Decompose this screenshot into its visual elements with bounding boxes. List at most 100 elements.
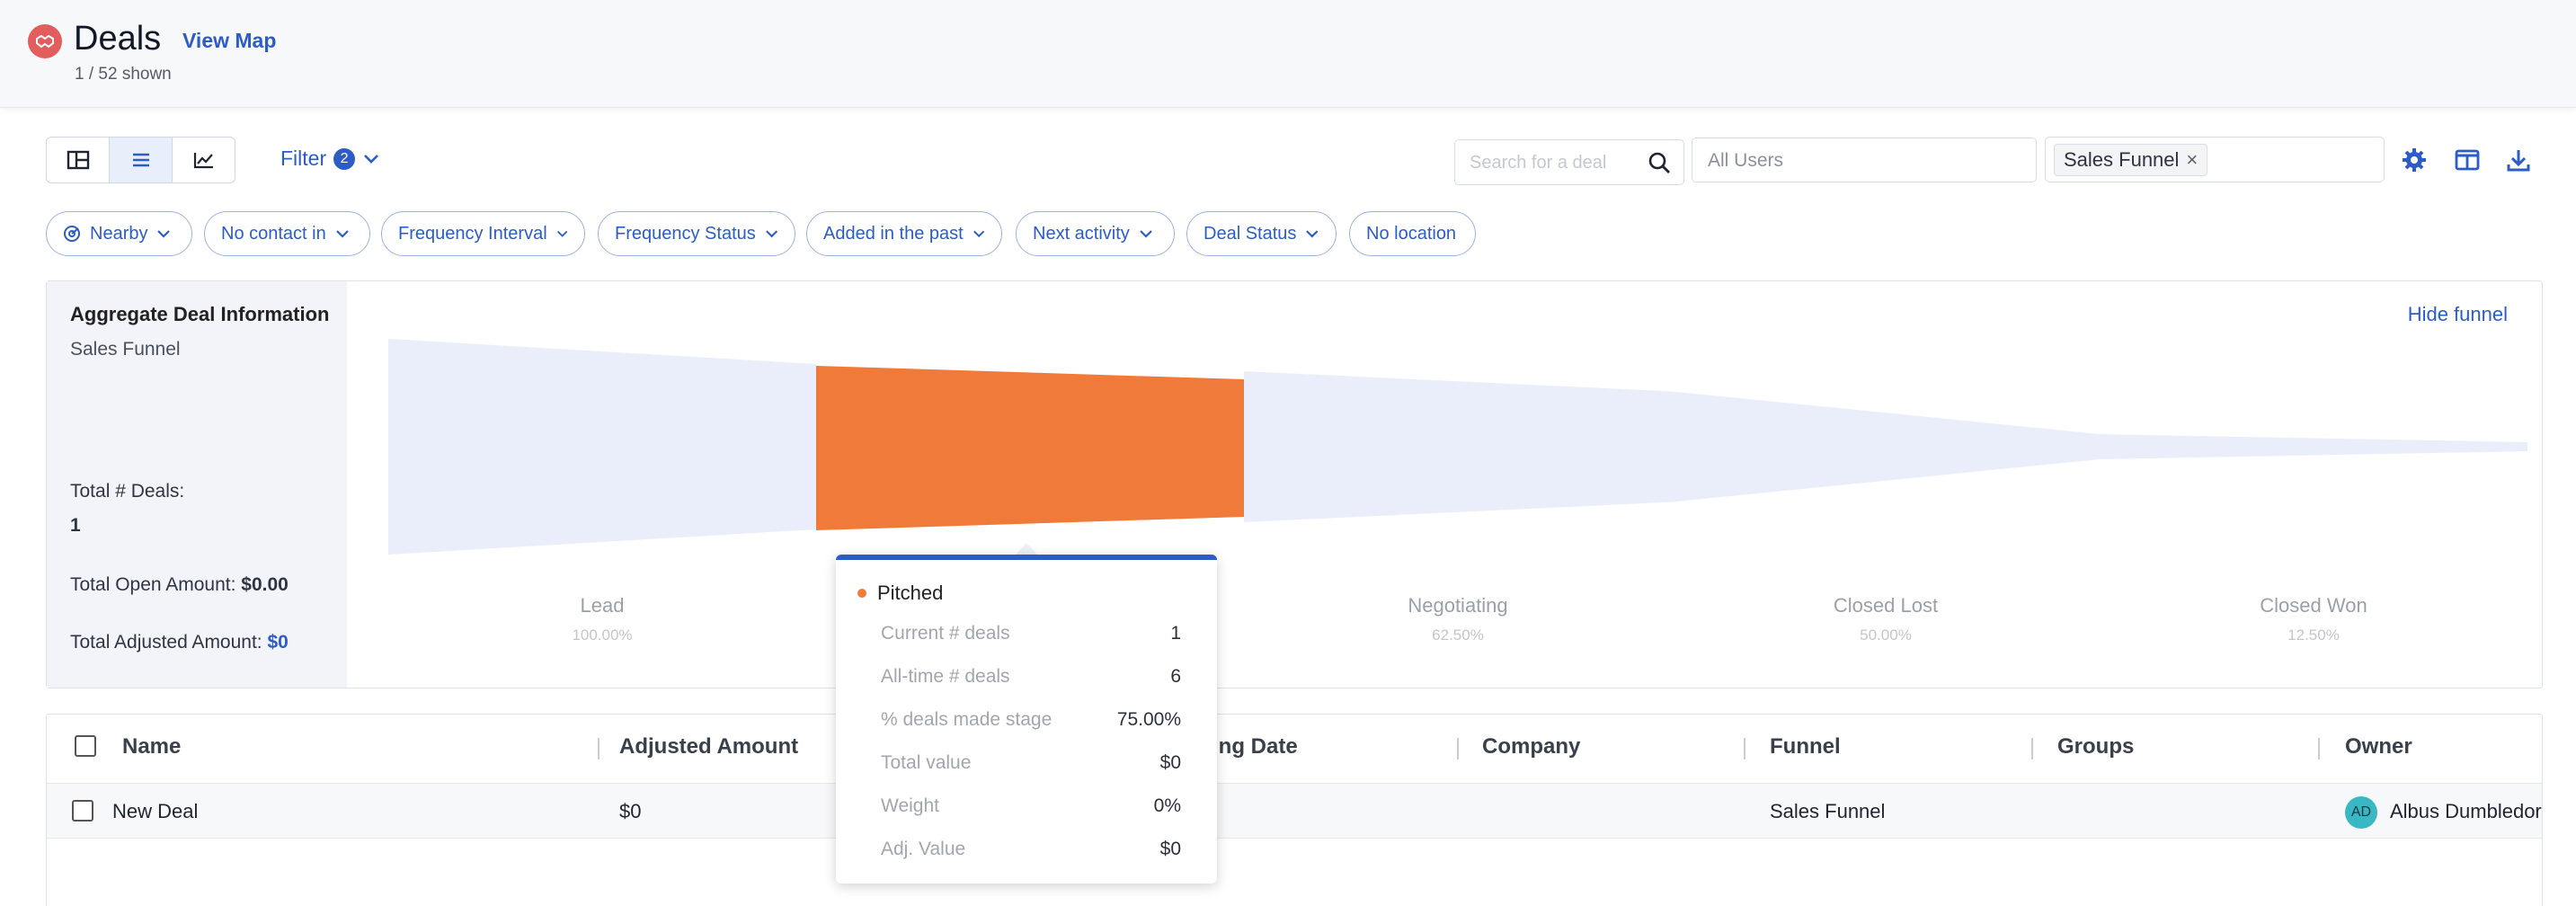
funnel-stage-label: Closed Won 12.50% xyxy=(2179,594,2448,644)
chart-view-button[interactable] xyxy=(173,138,235,182)
stage-name: Negotiating xyxy=(1408,594,1508,617)
pill-label: No location xyxy=(1366,223,1457,244)
stage-percentage: 12.50% xyxy=(2287,626,2340,644)
tooltip-row: Adj. Value $0 xyxy=(881,839,1181,860)
funnel-segment-pitched[interactable] xyxy=(816,366,1244,530)
deal-search xyxy=(1454,139,1684,185)
funnel-segment-closed-lost[interactable] xyxy=(1672,391,2100,502)
deal-search-input[interactable] xyxy=(1470,151,1631,174)
filter-label: Filter xyxy=(280,147,327,170)
pill-label: Deal Status xyxy=(1204,223,1297,244)
tooltip-value: 6 xyxy=(1170,666,1181,687)
funnel-stage-label: Closed Lost 50.00% xyxy=(1751,594,2021,644)
stage-tooltip: Pitched Current # deals 1 All-time # deal… xyxy=(836,555,1217,884)
col-company[interactable]: Company xyxy=(1482,734,1580,759)
filter-button[interactable]: Filter 2 xyxy=(280,147,380,171)
pill-frequency-status[interactable]: Frequency Status xyxy=(598,211,795,256)
funnel-select[interactable]: Sales Funnel × xyxy=(2045,137,2385,182)
funnel-chart xyxy=(388,339,2527,555)
tooltip-key: Adj. Value xyxy=(881,839,966,859)
tooltip-stage-name: Pitched xyxy=(877,582,944,604)
remove-chip-icon[interactable]: × xyxy=(2186,148,2198,172)
list-view-button[interactable] xyxy=(110,138,173,182)
stage-name: Closed Won xyxy=(2260,594,2367,617)
col-funnel[interactable]: Funnel xyxy=(1770,734,1841,759)
columns-button[interactable] xyxy=(2453,146,2482,174)
stage-color-dot xyxy=(857,589,866,598)
pill-label: No contact in xyxy=(221,223,326,244)
board-view-icon xyxy=(67,150,89,170)
funnel-segment-lead[interactable] xyxy=(388,339,816,555)
funnel-stage-label: Lead 100.00% xyxy=(467,594,737,644)
select-all-checkbox[interactable] xyxy=(75,735,96,757)
funnel-segment-closed-won[interactable] xyxy=(2100,434,2527,459)
cell-owner: Albus Dumbledore xyxy=(2390,800,2543,822)
table-header-row: Name Adjusted Amount Closing Date Compan… xyxy=(47,715,2542,783)
tooltip-value: $0 xyxy=(1159,752,1181,773)
users-select[interactable] xyxy=(1692,138,2037,182)
stage-percentage: 50.00% xyxy=(1860,626,1912,644)
board-view-button[interactable] xyxy=(47,138,110,182)
col-owner[interactable]: Owner xyxy=(2345,734,2412,759)
view-toggle xyxy=(46,137,235,183)
col-separator[interactable] xyxy=(2031,738,2033,759)
tooltip-arrow xyxy=(1016,543,1037,555)
pill-deal-status[interactable]: Deal Status xyxy=(1186,211,1337,256)
row-checkbox[interactable] xyxy=(72,800,93,822)
funnel-segment-negotiating[interactable] xyxy=(1244,371,1672,522)
aggregate-panel: Aggregate Deal Information Sales Funnel … xyxy=(46,280,2543,688)
download-icon xyxy=(2507,150,2530,172)
chevron-down-icon xyxy=(364,154,379,164)
avatar: AD xyxy=(2345,796,2377,829)
users-select-input[interactable] xyxy=(1708,148,2013,173)
search-icon[interactable] xyxy=(1648,151,1671,174)
funnel-chip-label: Sales Funnel xyxy=(2064,148,2180,171)
tooltip-value: 1 xyxy=(1170,623,1181,644)
gear-icon xyxy=(2403,148,2426,172)
tooltip-value: 0% xyxy=(1153,795,1181,816)
download-button[interactable] xyxy=(2504,146,2533,174)
list-view-icon xyxy=(132,153,149,167)
chevron-down-icon xyxy=(1140,230,1152,238)
chevron-down-icon xyxy=(335,230,349,238)
cell-name[interactable]: New Deal xyxy=(112,800,198,823)
tooltip-title: Pitched xyxy=(857,582,943,605)
col-separator[interactable] xyxy=(1744,738,1745,759)
pill-frequency-interval[interactable]: Frequency Interval xyxy=(381,211,585,256)
tooltip-key: % deals made stage xyxy=(881,709,1053,730)
table-row[interactable]: New Deal $0 Sales Funnel AD Albus Dumble… xyxy=(47,783,2542,839)
view-map-link[interactable]: View Map xyxy=(182,29,276,53)
tooltip-value: 75.00% xyxy=(1116,709,1181,730)
pill-nearby[interactable]: Nearby xyxy=(46,211,192,256)
pill-label: Frequency Interval xyxy=(398,223,547,244)
pill-no-location[interactable]: No location xyxy=(1349,211,1476,256)
tooltip-row: % deals made stage 75.00% xyxy=(881,709,1181,731)
tooltip-key: All-time # deals xyxy=(881,666,1010,687)
col-separator[interactable] xyxy=(598,738,600,759)
chevron-down-icon xyxy=(973,230,984,238)
pill-added-in-the-past[interactable]: Added in the past xyxy=(806,211,1002,256)
chevron-down-icon xyxy=(157,230,171,238)
tooltip-key: Current # deals xyxy=(881,623,1010,644)
col-name[interactable]: Name xyxy=(122,734,181,759)
funnel-stage-label: Negotiating 62.50% xyxy=(1323,594,1593,644)
pill-label: Added in the past xyxy=(823,223,964,244)
page-title: Deals xyxy=(74,20,162,58)
tooltip-row: All-time # deals 6 xyxy=(881,666,1181,688)
handshake-icon xyxy=(36,34,54,49)
stage-percentage: 62.50% xyxy=(1432,626,1484,644)
col-separator[interactable] xyxy=(1457,738,1459,759)
pill-label: Frequency Status xyxy=(615,223,756,244)
chevron-down-icon xyxy=(556,230,567,237)
pill-next-activity[interactable]: Next activity xyxy=(1016,211,1175,256)
pill-no-contact-in[interactable]: No contact in xyxy=(204,211,370,256)
col-separator[interactable] xyxy=(2318,738,2320,759)
col-groups[interactable]: Groups xyxy=(2057,734,2134,759)
settings-button[interactable] xyxy=(2400,146,2429,174)
chevron-down-icon xyxy=(765,230,777,238)
line-chart-icon xyxy=(193,153,213,169)
col-adjusted-amount[interactable]: Adjusted Amount xyxy=(619,734,798,759)
tooltip-value: $0 xyxy=(1159,839,1181,859)
tooltip-key: Total value xyxy=(881,752,972,773)
funnel-chip: Sales Funnel × xyxy=(2054,144,2208,176)
